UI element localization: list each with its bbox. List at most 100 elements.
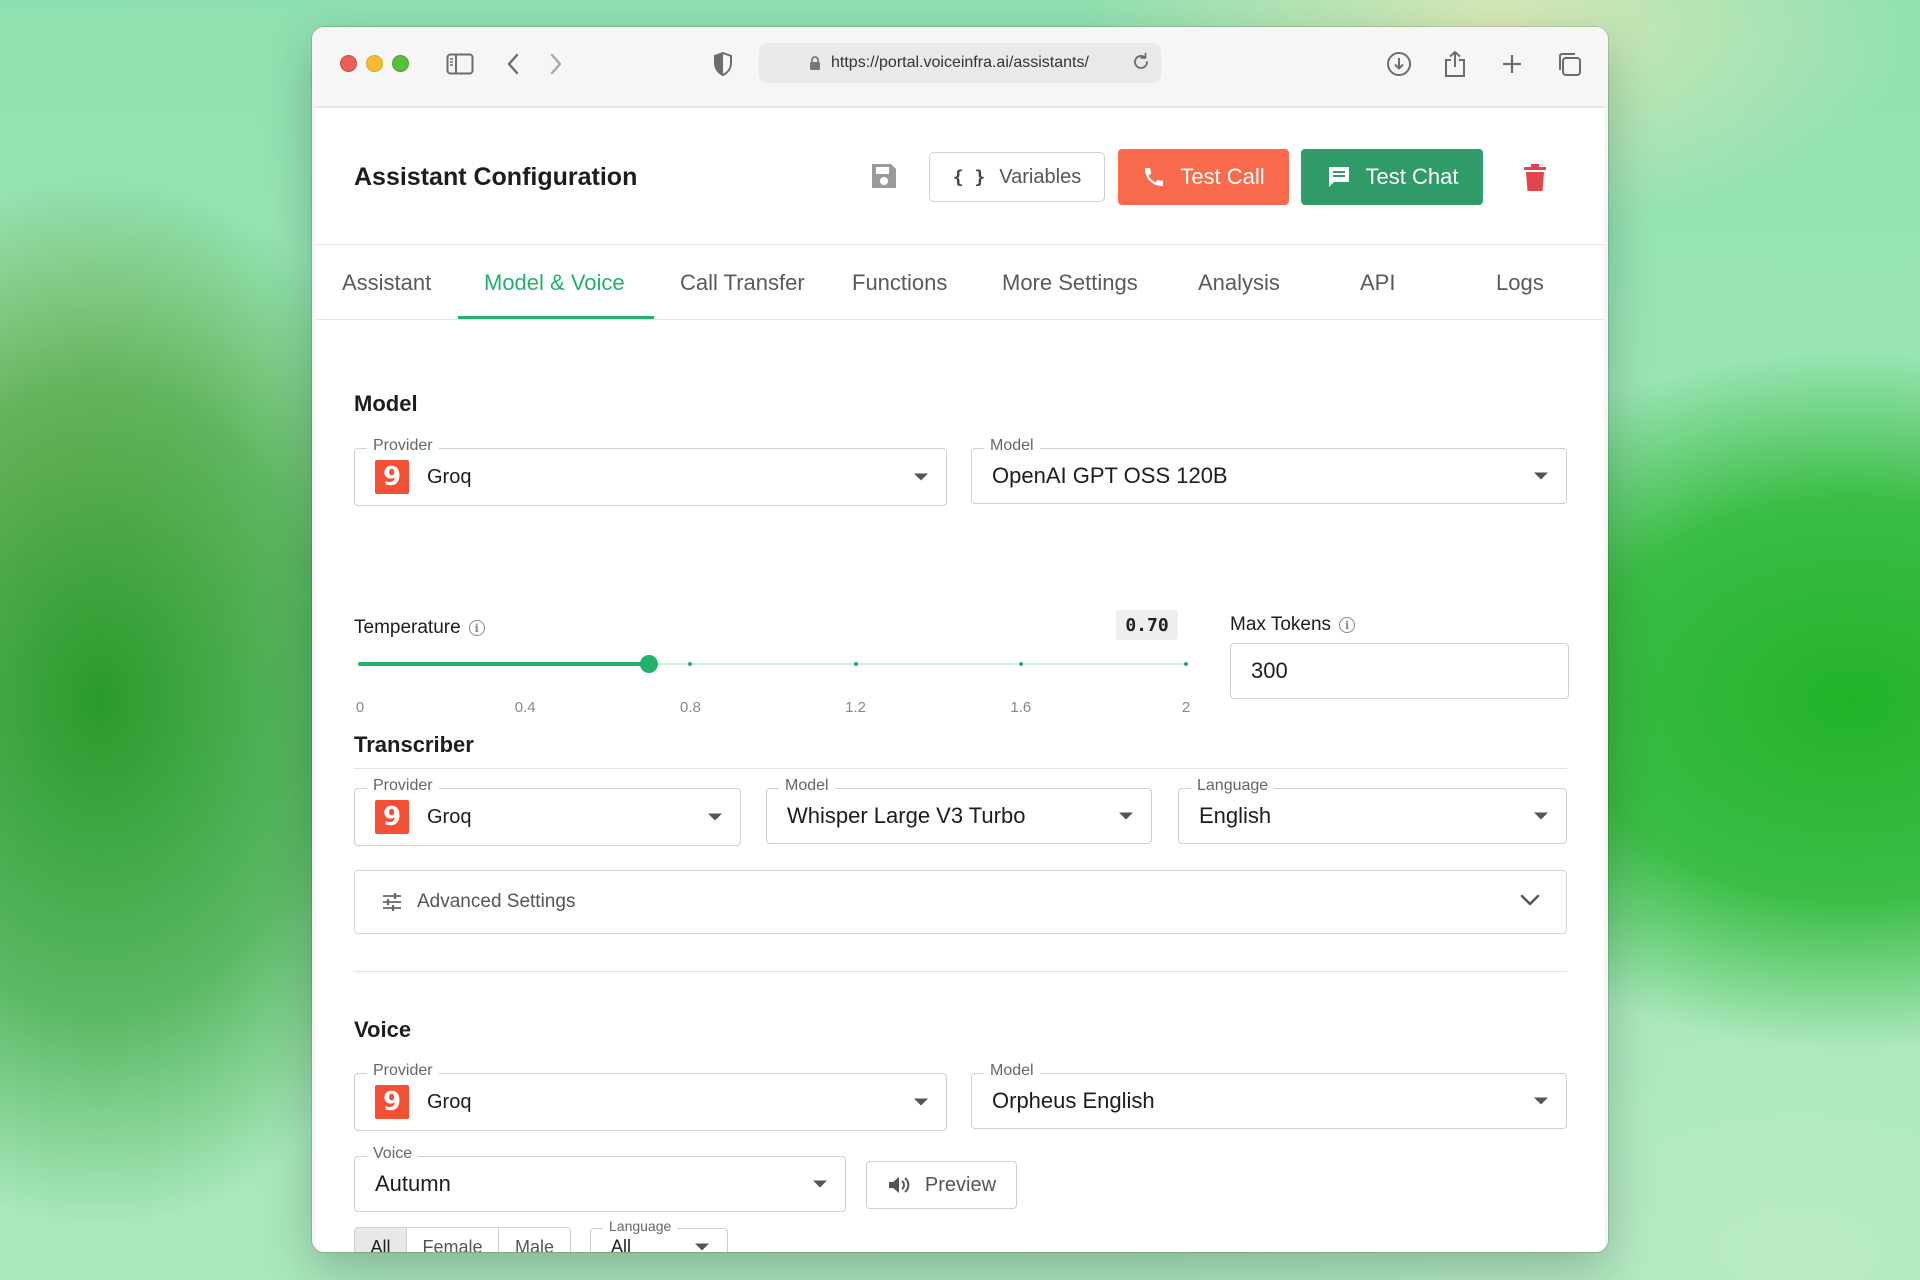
slider-tick-mark xyxy=(688,662,693,666)
test-call-label: Test Call xyxy=(1180,164,1265,189)
preview-button[interactable]: Preview xyxy=(866,1161,1017,1209)
sidebar-toggle-icon[interactable] xyxy=(443,47,477,81)
model-section-title: Model xyxy=(354,391,418,416)
filter-all-button[interactable]: All xyxy=(355,1228,407,1252)
save-button[interactable] xyxy=(864,156,904,196)
temperature-value: 0.70 xyxy=(1116,610,1178,640)
chevron-down-icon xyxy=(813,1180,827,1188)
transcriber-language-value: English xyxy=(1199,803,1272,828)
slider-tick-label: 0 xyxy=(355,699,365,716)
zoom-window-button[interactable] xyxy=(392,55,409,72)
voice-section-title: Voice xyxy=(354,1017,412,1042)
groq-logo-icon: 9 xyxy=(375,800,409,834)
phone-icon xyxy=(1145,168,1164,186)
tab-logs[interactable]: Logs xyxy=(1496,270,1544,296)
voice-select[interactable]: Voice Autumn xyxy=(354,1145,846,1212)
browser-toolbar: https://portal.voiceinfra.ai/assistants/ xyxy=(312,27,1608,107)
temperature-label-text: Temperature xyxy=(354,617,461,638)
transcriber-provider-value: Groq xyxy=(427,805,472,828)
chevron-down-icon xyxy=(708,813,722,821)
gender-filter-group: All Female Male xyxy=(354,1227,571,1252)
voice-provider-select[interactable]: Provider 9 Groq xyxy=(354,1062,947,1131)
test-call-button[interactable]: Test Call xyxy=(1118,149,1289,205)
forward-arrow-icon[interactable] xyxy=(539,47,573,81)
transcriber-language-label: Language xyxy=(1191,777,1275,795)
filter-female-button[interactable]: Female xyxy=(407,1228,499,1252)
groq-logo-icon: 9 xyxy=(375,460,409,494)
slider-tick-label: 1.6 xyxy=(1010,699,1032,716)
max-tokens-input[interactable]: 300 xyxy=(1230,643,1569,699)
tab-functions[interactable]: Functions xyxy=(852,270,947,296)
test-chat-button[interactable]: Test Chat xyxy=(1301,149,1483,205)
voice-model-value: Orpheus English xyxy=(992,1088,1155,1113)
browser-window: https://portal.voiceinfra.ai/assistants/… xyxy=(312,27,1608,1252)
config-header: Assistant Configuration { } Variables Te… xyxy=(316,108,1604,245)
info-icon[interactable]: i xyxy=(1339,617,1356,633)
share-icon[interactable] xyxy=(1438,47,1472,81)
max-tokens-label-text: Max Tokens xyxy=(1230,614,1332,635)
section-divider xyxy=(354,768,1567,769)
tab-overview-icon[interactable] xyxy=(1552,47,1586,81)
tab-assistant[interactable]: Assistant xyxy=(342,270,431,296)
address-bar[interactable]: https://portal.voiceinfra.ai/assistants/ xyxy=(759,43,1161,83)
transcriber-language-select[interactable]: Language English xyxy=(1178,777,1567,844)
slider-thumb[interactable] xyxy=(640,655,659,673)
voice-value: Autumn xyxy=(375,1171,451,1196)
voice-language-value: All xyxy=(611,1236,632,1253)
chevron-down-icon xyxy=(1534,812,1548,820)
chevron-down-icon xyxy=(1534,1097,1548,1105)
url-text: https://portal.voiceinfra.ai/assistants/ xyxy=(831,54,1089,71)
privacy-shield-icon[interactable] xyxy=(706,47,740,81)
tab-model-voice[interactable]: Model & Voice xyxy=(484,270,625,296)
download-icon[interactable] xyxy=(1382,47,1416,81)
chevron-down-icon xyxy=(1119,812,1133,820)
back-arrow-icon[interactable] xyxy=(496,47,530,81)
temperature-slider[interactable] xyxy=(358,653,1188,677)
voice-model-select[interactable]: Model Orpheus English xyxy=(971,1062,1567,1129)
trash-icon xyxy=(1524,164,1546,191)
lock-icon xyxy=(809,55,821,71)
reload-icon[interactable] xyxy=(1131,52,1151,72)
tab-more-settings[interactable]: More Settings xyxy=(1002,270,1138,296)
variables-label: Variables xyxy=(999,165,1082,188)
voice-provider-label: Provider xyxy=(367,1062,439,1080)
tab-analysis[interactable]: Analysis xyxy=(1198,270,1280,296)
advanced-settings-accordion[interactable]: Advanced Settings xyxy=(354,870,1567,934)
chevron-down-icon xyxy=(1534,472,1548,480)
chevron-down-icon xyxy=(695,1243,709,1251)
slider-tick-label: 2 xyxy=(1181,699,1191,716)
chevron-down-icon xyxy=(914,473,928,481)
speaker-icon xyxy=(888,1177,910,1193)
filter-male-button[interactable]: Male xyxy=(499,1228,570,1252)
model-select[interactable]: Model OpenAI GPT OSS 120B xyxy=(971,437,1567,504)
model-provider-label: Provider xyxy=(367,437,439,455)
chat-bubble-icon xyxy=(1328,167,1349,187)
test-chat-label: Test Chat xyxy=(1365,164,1459,189)
tab-call-transfer[interactable]: Call Transfer xyxy=(680,270,805,296)
transcriber-section-title: Transcriber xyxy=(354,732,474,757)
transcriber-provider-select[interactable]: Provider 9 Groq xyxy=(354,777,741,846)
variables-button[interactable]: { } Variables xyxy=(929,152,1105,202)
slider-tick-label: 0.8 xyxy=(679,699,701,716)
model-label: Model xyxy=(984,437,1040,455)
new-tab-plus-icon[interactable] xyxy=(1495,47,1529,81)
active-tab-indicator xyxy=(458,316,654,319)
delete-button[interactable] xyxy=(1518,158,1552,198)
sliders-icon xyxy=(382,893,402,911)
groq-logo-icon: 9 xyxy=(375,1085,409,1119)
voice-language-select[interactable]: Language All xyxy=(590,1218,728,1253)
slider-tick-mark xyxy=(1184,662,1188,666)
model-value: OpenAI GPT OSS 120B xyxy=(992,463,1228,488)
voice-language-label: Language xyxy=(603,1218,678,1234)
transcriber-model-select[interactable]: Model Whisper Large V3 Turbo xyxy=(766,777,1152,844)
transcriber-model-label: Model xyxy=(779,777,835,795)
voice-label: Voice xyxy=(367,1145,419,1163)
tab-api[interactable]: API xyxy=(1360,270,1395,296)
slider-tick-mark xyxy=(1018,662,1023,666)
close-window-button[interactable] xyxy=(340,55,357,72)
chevron-down-icon xyxy=(914,1098,928,1106)
temperature-label: Temperature i xyxy=(354,617,485,639)
info-icon[interactable]: i xyxy=(468,620,485,636)
model-provider-select[interactable]: Provider 9 Groq xyxy=(354,437,947,506)
minimize-window-button[interactable] xyxy=(366,55,383,72)
